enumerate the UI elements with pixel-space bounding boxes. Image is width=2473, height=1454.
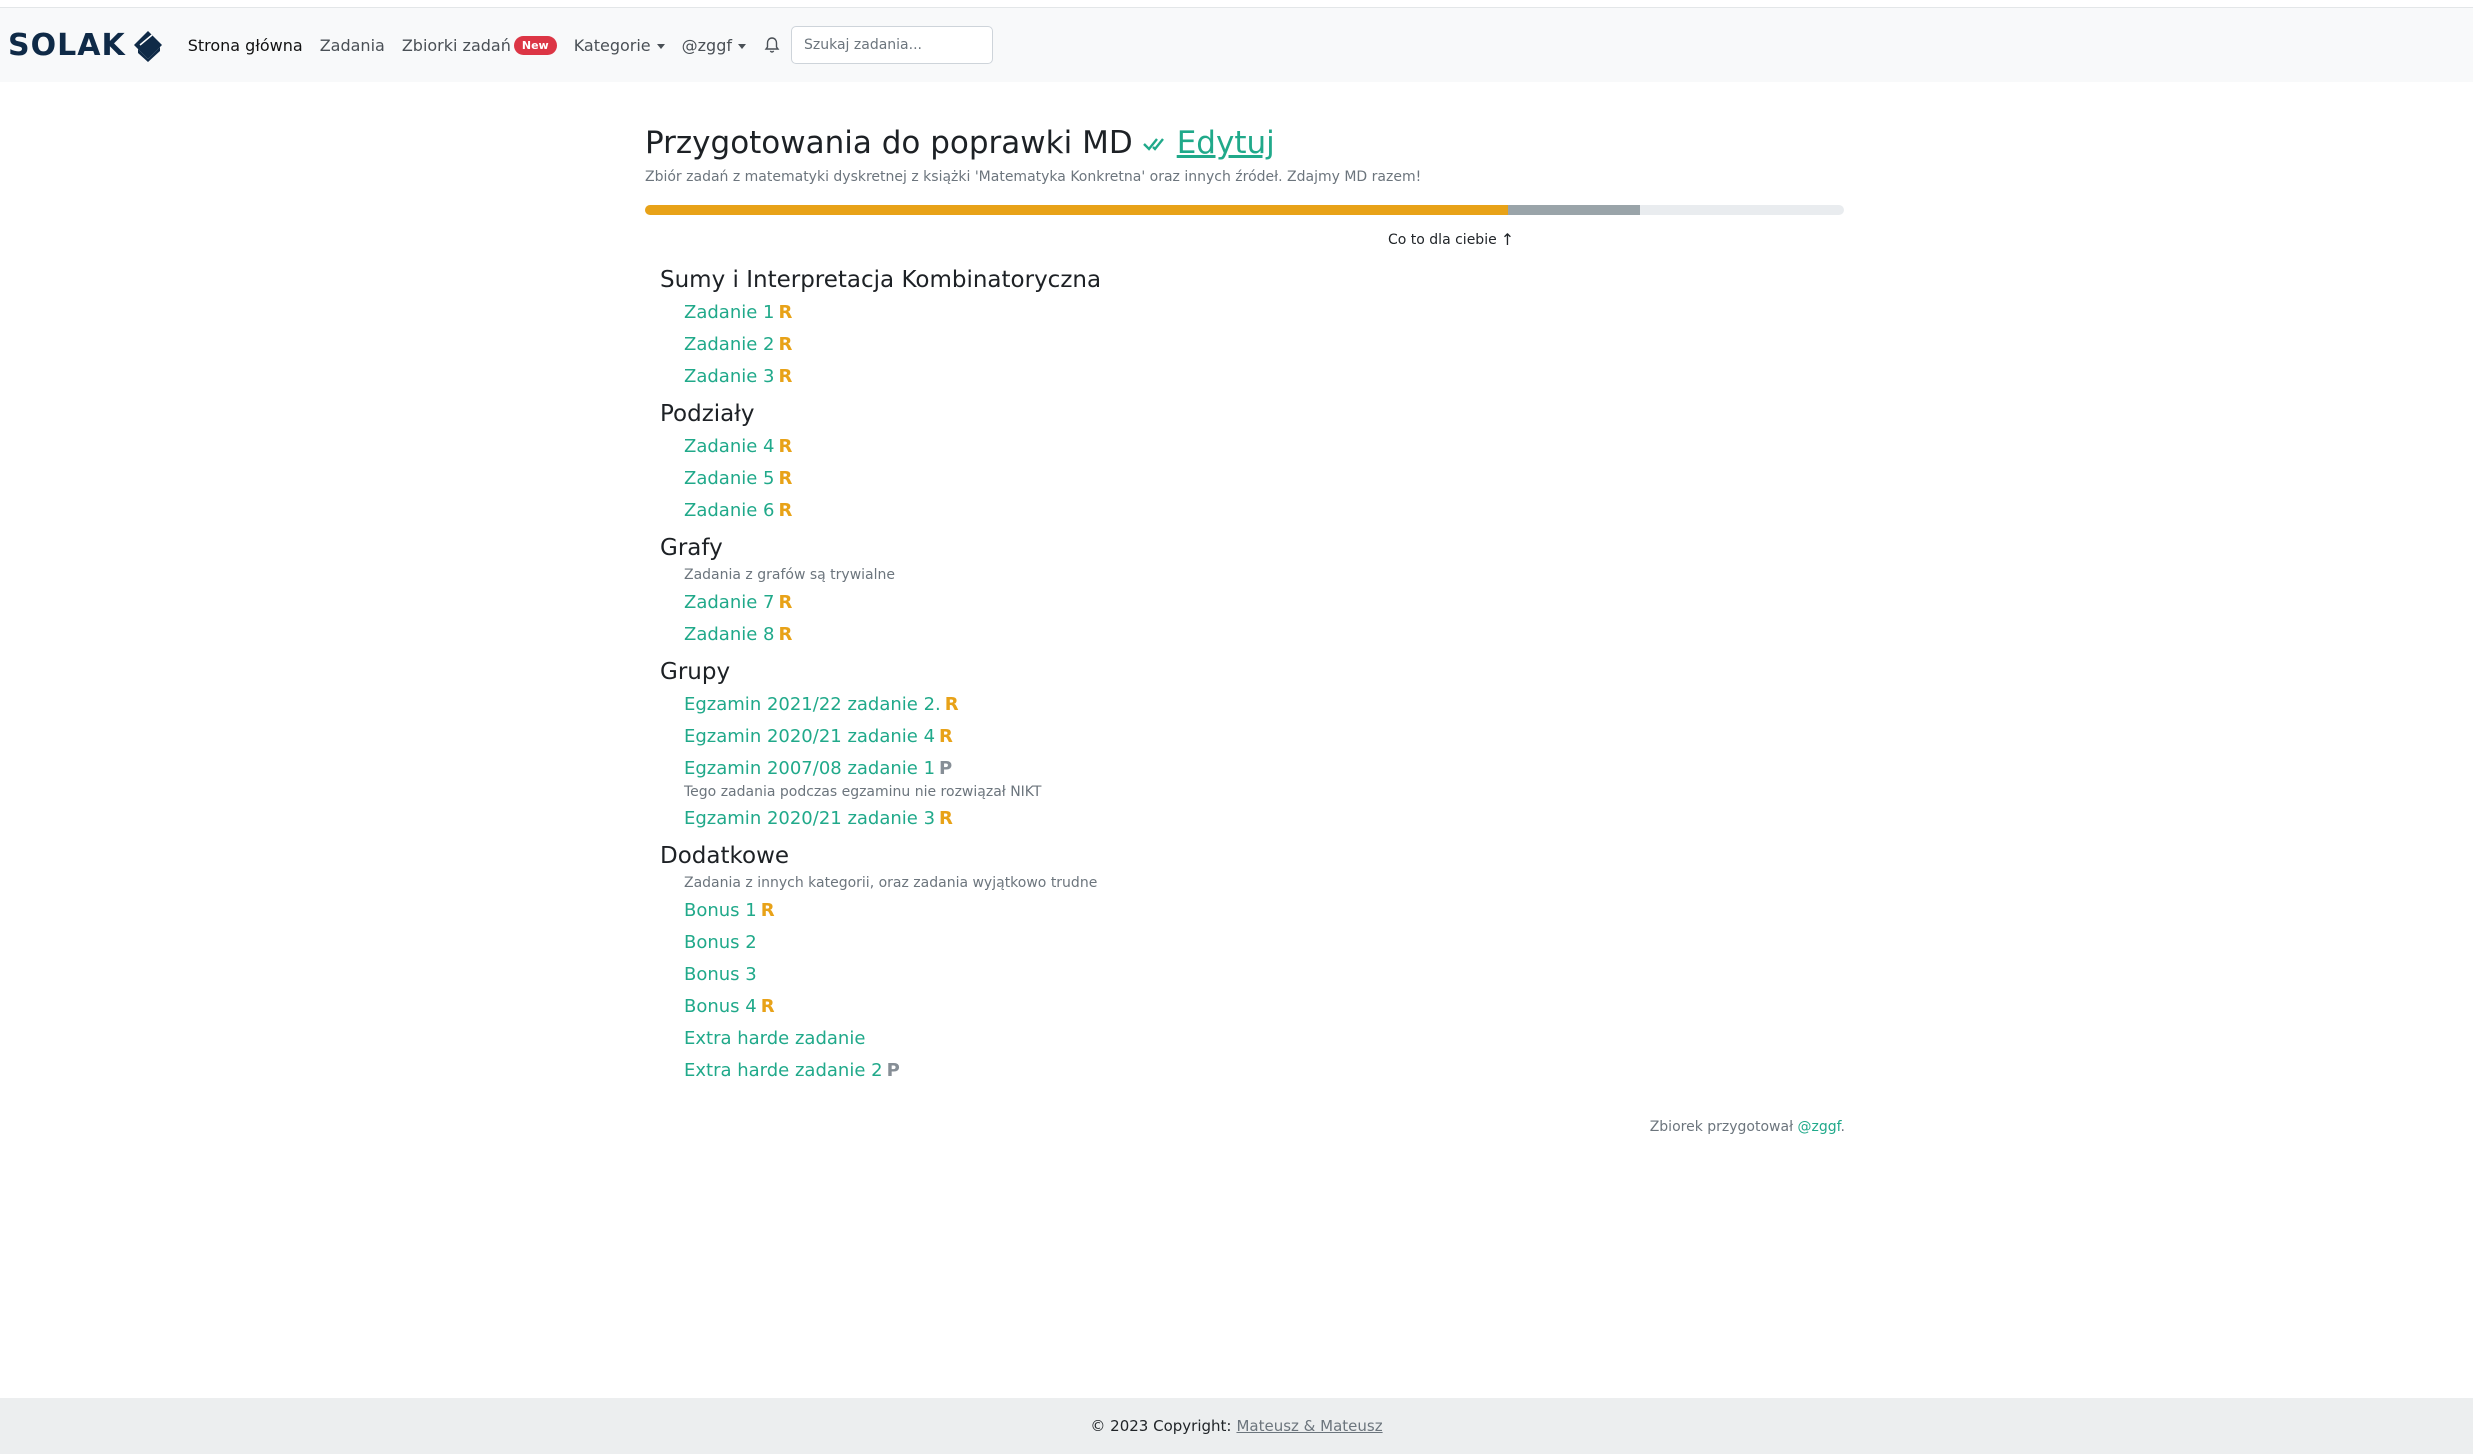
section-description: Zadania z grafów są trywialne bbox=[684, 567, 895, 583]
page-title: Przygotowania do poprawki MD bbox=[645, 125, 1133, 161]
progress-bar bbox=[645, 205, 1844, 215]
collection-view: Przygotowania do poprawki MD Edytuj Zbió… bbox=[645, 125, 1845, 1135]
task-name: Extra harde zadanie 2 bbox=[684, 1060, 883, 1081]
authors-link[interactable]: Mateusz & Mateusz bbox=[1236, 1417, 1382, 1435]
task-link[interactable]: Zadanie 2R bbox=[684, 329, 1845, 361]
brand-name: SOLAK bbox=[8, 27, 126, 63]
nav-tasks[interactable]: Zadania bbox=[320, 36, 385, 55]
task-link[interactable]: Egzamin 2021/22 zadanie 2. R bbox=[684, 689, 1845, 721]
task-status-badge: R bbox=[778, 624, 793, 645]
task-name: Bonus 1 bbox=[684, 900, 757, 921]
task-name: Zadanie 8 bbox=[684, 624, 775, 645]
task-name: Egzamin 2021/22 zadanie 2. bbox=[684, 694, 941, 715]
arrow-up-icon: ↑ bbox=[1500, 230, 1515, 249]
task-link[interactable]: Zadanie 4R bbox=[684, 431, 1845, 463]
author-suffix: . bbox=[1840, 1119, 1845, 1135]
task-link[interactable]: Egzamin 2020/21 zadanie 3R bbox=[684, 803, 1845, 835]
task-name: Egzamin 2020/21 zadanie 3 bbox=[684, 808, 936, 829]
task-status-badge: R bbox=[778, 500, 793, 521]
nav-collections-label: Zbiorki zadań bbox=[401, 35, 511, 55]
task-link[interactable]: Bonus 3 bbox=[684, 959, 1845, 991]
task-status-badge: P bbox=[939, 758, 953, 779]
user-label: @zggf bbox=[681, 35, 732, 55]
task-name: Bonus 3 bbox=[684, 964, 757, 985]
task-link[interactable]: Zadanie 1R bbox=[684, 297, 1845, 329]
task-name: Bonus 4 bbox=[684, 996, 757, 1017]
footer: © 2023 Copyright: Mateusz & Mateusz bbox=[0, 1398, 2473, 1454]
task-status-badge: R bbox=[778, 302, 793, 323]
task-link[interactable]: Zadanie 3R bbox=[684, 361, 1845, 393]
section-title: Grupy bbox=[660, 659, 731, 685]
collection-description: Zbiór zadań z matematyki dyskretnej z ks… bbox=[645, 169, 1422, 185]
navbar: SOLAK Strona główna Zadania Zbiorki zada… bbox=[0, 8, 2473, 82]
task-name: Zadanie 4 bbox=[684, 436, 775, 457]
progress-legend-label: Co to dla ciebie bbox=[1388, 231, 1497, 248]
task-link[interactable]: Zadanie 5R bbox=[684, 463, 1845, 495]
task-status-badge: R bbox=[778, 334, 793, 355]
task-status-badge: R bbox=[778, 436, 793, 457]
bell-icon[interactable] bbox=[763, 36, 781, 54]
task-status-badge: R bbox=[944, 694, 959, 715]
author-line: Zbiorek przygotował @zggf. bbox=[1650, 1119, 1845, 1135]
double-check-icon bbox=[1142, 138, 1164, 151]
task-link[interactable]: Zadanie 6R bbox=[684, 495, 1845, 527]
nav-home[interactable]: Strona główna bbox=[188, 36, 303, 55]
progress-legend-link[interactable]: Co to dla ciebie ↑ bbox=[1388, 230, 1514, 249]
task-link[interactable]: Extra harde zadanie bbox=[684, 1023, 1845, 1055]
new-badge: New bbox=[513, 35, 557, 55]
top-border bbox=[0, 0, 2473, 8]
chevron-down-icon bbox=[738, 43, 746, 49]
task-status-badge: R bbox=[760, 996, 775, 1017]
task-name: Zadanie 1 bbox=[684, 302, 775, 323]
task-name: Egzamin 2007/08 zadanie 1 bbox=[684, 758, 936, 779]
brand-logo[interactable]: SOLAK bbox=[8, 27, 166, 63]
task-link[interactable]: Bonus 4R bbox=[684, 991, 1845, 1023]
task-status-badge: R bbox=[939, 808, 953, 829]
task-name: Zadanie 6 bbox=[684, 500, 775, 521]
task-link[interactable]: Zadanie 7R bbox=[684, 587, 1845, 619]
section-title: Dodatkowe bbox=[660, 843, 790, 869]
task-link[interactable]: Bonus 2 bbox=[684, 927, 1845, 959]
task-status-badge: R bbox=[778, 366, 793, 387]
search-input[interactable] bbox=[791, 26, 993, 64]
progress-attempted bbox=[1508, 205, 1641, 215]
task-link[interactable]: Bonus 1R bbox=[684, 895, 1845, 927]
section-title: Grafy bbox=[660, 535, 723, 561]
task-name: Egzamin 2020/21 zadanie 4 bbox=[684, 726, 936, 747]
author-prefix: Zbiorek przygotował bbox=[1649, 1119, 1794, 1135]
categories-dropdown[interactable]: Kategorie bbox=[574, 36, 665, 55]
task-status-badge: R bbox=[778, 468, 793, 489]
section-description: Zadania z innych kategorii, oraz zadania… bbox=[684, 875, 1098, 891]
task-status-badge: P bbox=[886, 1060, 900, 1081]
task-link[interactable]: Extra harde zadanie 2P bbox=[684, 1055, 1845, 1087]
task-status-badge: R bbox=[760, 900, 775, 921]
task-status-badge: R bbox=[939, 726, 953, 747]
task-link[interactable]: Egzamin 2020/21 zadanie 4R bbox=[684, 721, 1845, 753]
task-name: Bonus 2 bbox=[684, 932, 757, 953]
task-note: Tego zadania podczas egzaminu nie rozwią… bbox=[684, 784, 1042, 800]
author-link[interactable]: @zggf bbox=[1798, 1119, 1841, 1135]
user-dropdown[interactable]: @zggf bbox=[682, 36, 746, 55]
task-name: Zadanie 3 bbox=[684, 366, 775, 387]
task-name: Zadanie 5 bbox=[684, 468, 775, 489]
chevron-down-icon bbox=[656, 43, 665, 49]
section-title: Podziały bbox=[660, 401, 755, 427]
title-row: Przygotowania do poprawki MD Edytuj bbox=[645, 125, 1845, 161]
task-status-badge: R bbox=[778, 592, 793, 613]
copyright-text: © 2023 Copyright: bbox=[1090, 1417, 1232, 1435]
progress-solved bbox=[645, 205, 1509, 215]
task-name: Zadanie 2 bbox=[684, 334, 775, 355]
sections-list: Sumy i Interpretacja Kombinatoryczna Zada… bbox=[660, 263, 1845, 1091]
edit-link[interactable]: Edytuj bbox=[1177, 125, 1275, 161]
categories-label: Kategorie bbox=[573, 35, 651, 55]
section-title: Sumy i Interpretacja Kombinatoryczna bbox=[660, 267, 1102, 293]
task-link[interactable]: Zadanie 8R bbox=[684, 619, 1845, 651]
task-name: Extra harde zadanie bbox=[684, 1028, 866, 1049]
task-name: Zadanie 7 bbox=[684, 592, 775, 613]
nav-collections[interactable]: Zbiorki zadań New bbox=[401, 35, 557, 55]
book-logo-icon bbox=[133, 31, 162, 62]
